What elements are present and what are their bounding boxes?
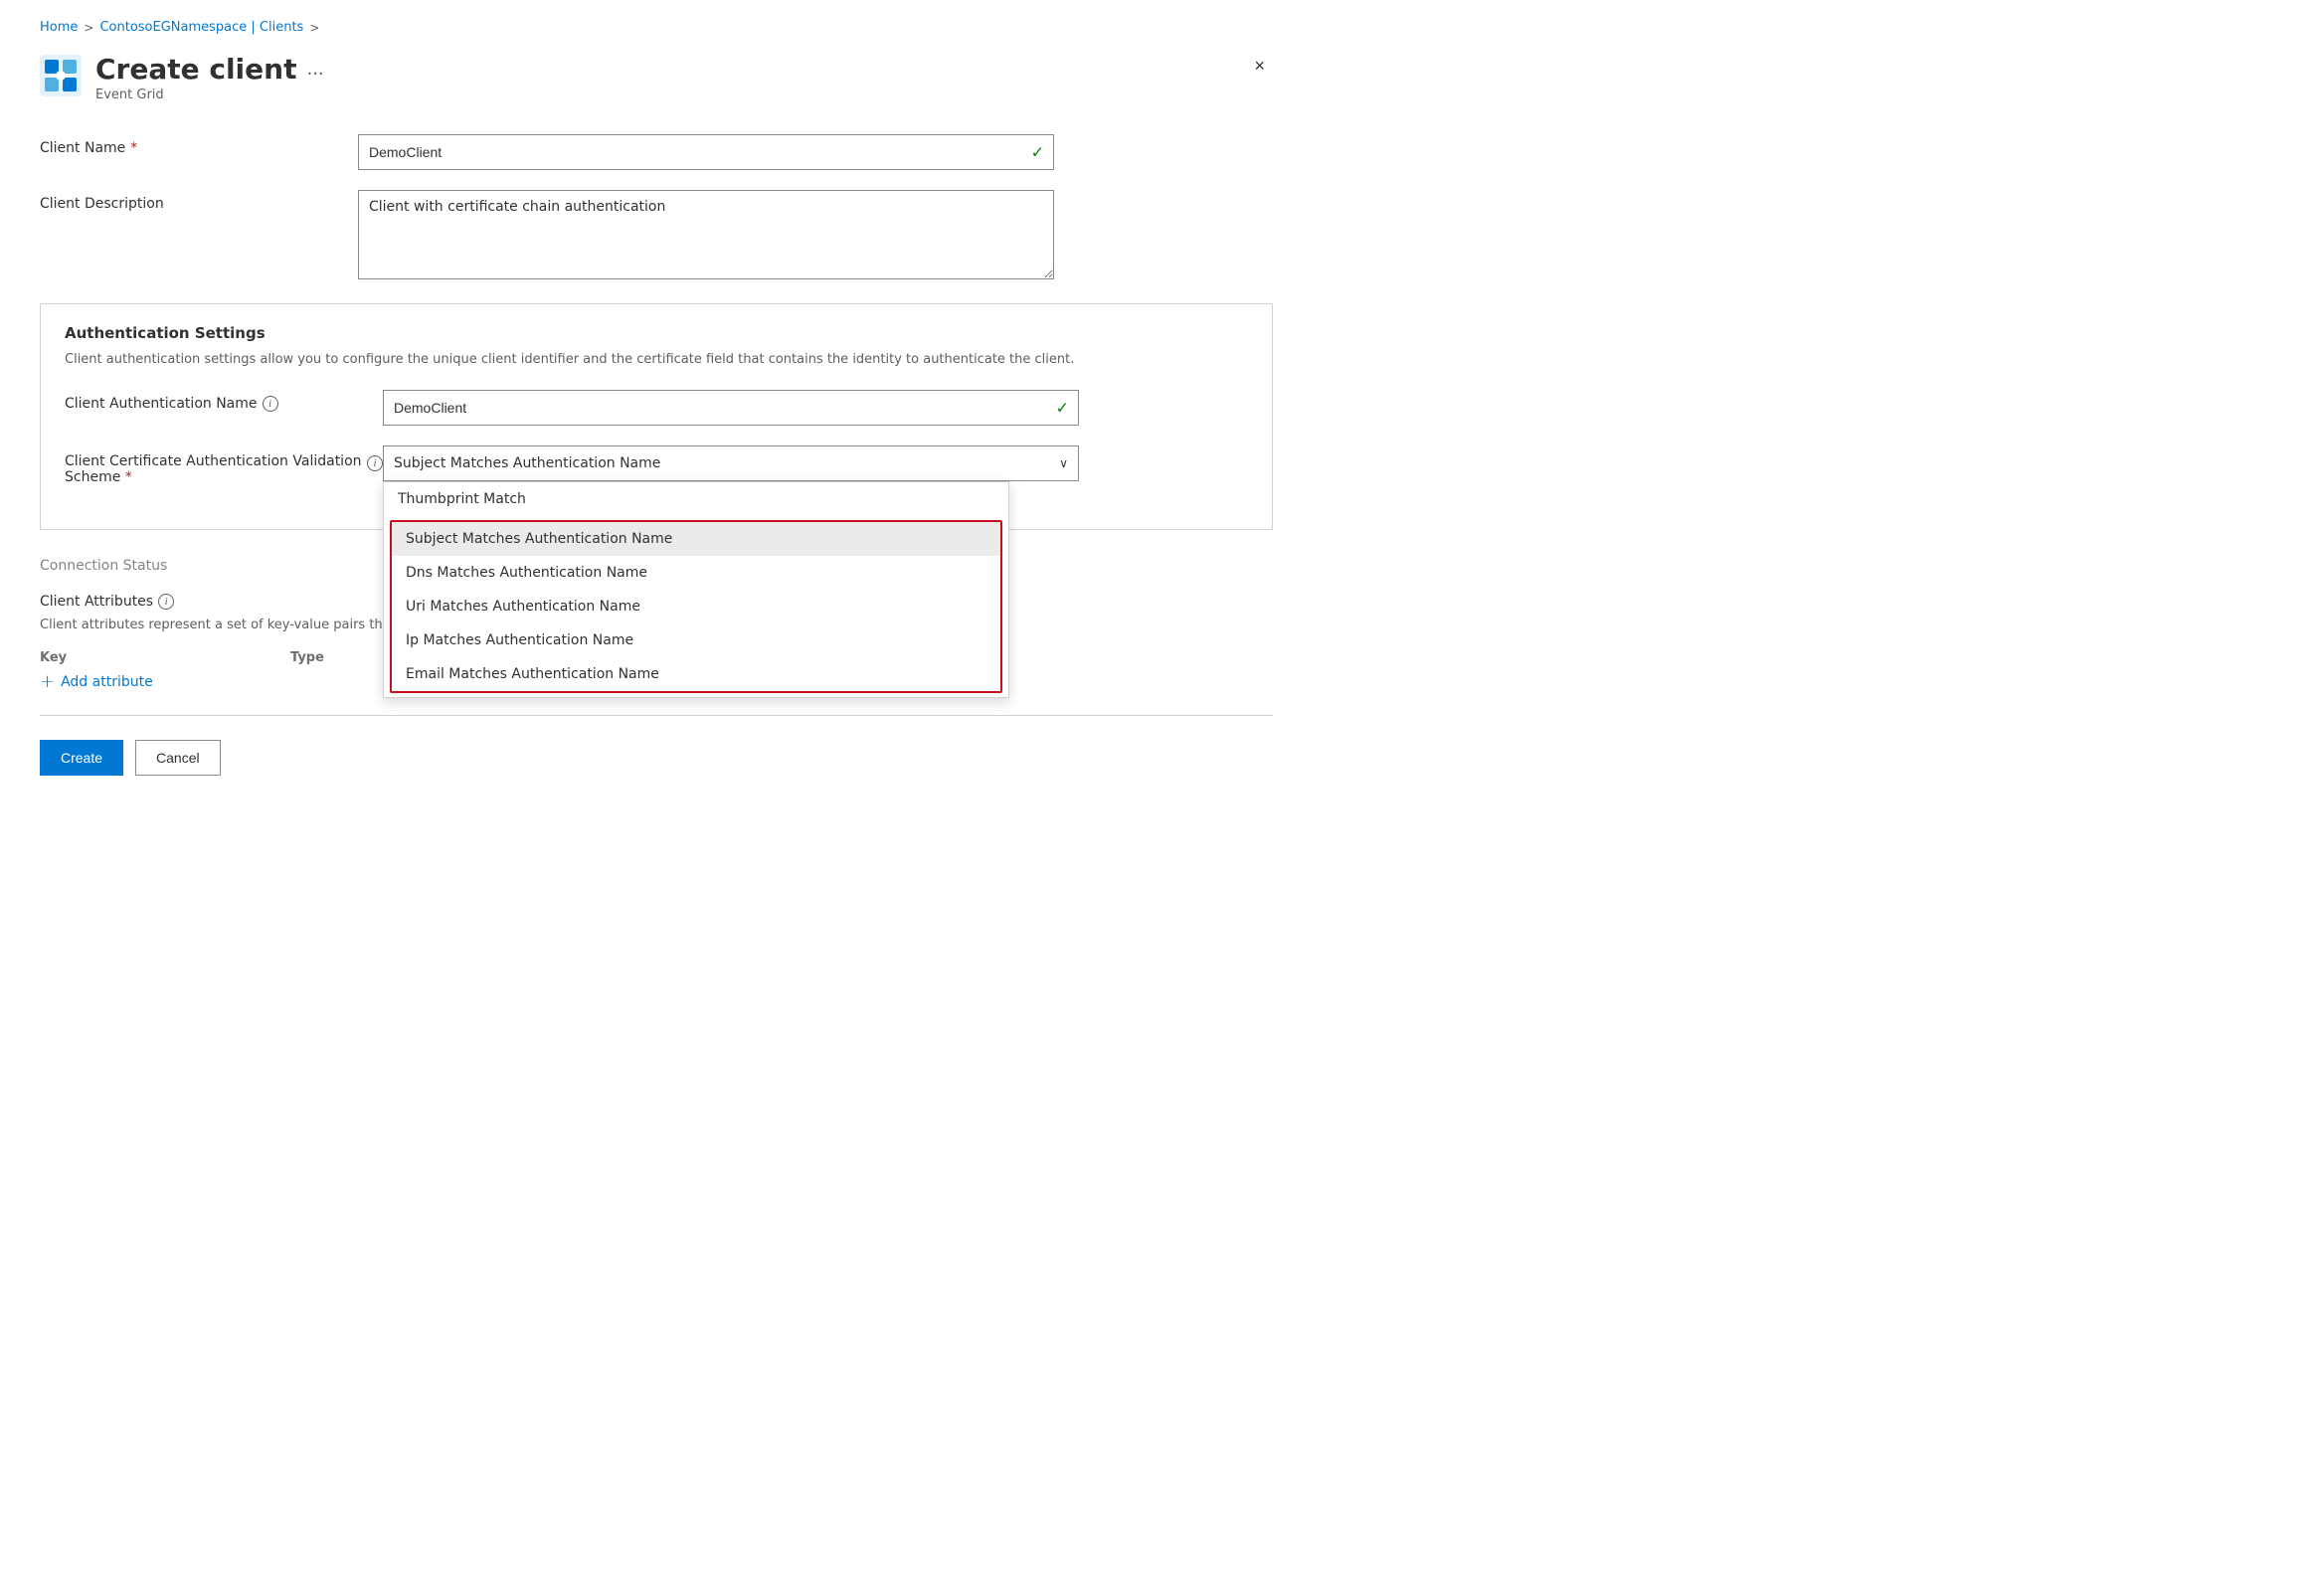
auth-settings-title: Authentication Settings: [65, 324, 1248, 342]
auth-name-check-icon: ✓: [1056, 398, 1069, 417]
client-name-label: Client Name *: [40, 134, 358, 156]
event-grid-icon: [40, 55, 82, 96]
client-name-check-icon: ✓: [1031, 143, 1044, 162]
header-title-block: Create client ... Event Grid: [95, 53, 324, 102]
breadcrumb-namespace[interactable]: ContosoEGNamespace | Clients: [99, 20, 303, 35]
auth-name-input-wrapper: ✓: [383, 390, 1079, 426]
breadcrumb-sep1: >: [84, 21, 93, 35]
scheme-row: Client Certificate Authentication Valida…: [65, 445, 1248, 485]
page-header: Create client ... Event Grid ×: [40, 53, 1273, 102]
scheme-chevron-icon: ∨: [1059, 456, 1068, 470]
scheme-control: Subject Matches Authentication Name ∨ Th…: [383, 445, 1079, 481]
dropdown-item-ip[interactable]: Ip Matches Authentication Name: [392, 623, 1000, 657]
auth-name-info-icon: i: [263, 396, 278, 412]
connection-status-label: Connection Status: [40, 554, 358, 574]
scheme-required-star: *: [125, 469, 132, 485]
auth-name-row: Client Authentication Name i ✓: [65, 390, 1248, 426]
scheme-dropdown-trigger[interactable]: Subject Matches Authentication Name ∨: [383, 445, 1079, 481]
header-subtitle: Event Grid: [95, 88, 324, 102]
dropdown-item-dns[interactable]: Dns Matches Authentication Name: [392, 556, 1000, 590]
auth-settings-description: Client authentication settings allow you…: [65, 350, 1248, 370]
client-name-input[interactable]: [358, 134, 1054, 170]
client-description-row: Client Description: [40, 190, 1273, 283]
client-description-textarea[interactable]: [358, 190, 1054, 279]
auth-settings-box: Authentication Settings Client authentic…: [40, 303, 1273, 530]
cancel-button[interactable]: Cancel: [135, 740, 221, 776]
close-button[interactable]: ×: [1246, 53, 1273, 79]
client-description-label: Client Description: [40, 190, 358, 212]
client-name-input-wrapper: ✓: [358, 134, 1054, 170]
footer-divider: [40, 715, 1273, 716]
footer-buttons: Create Cancel: [40, 740, 1273, 776]
required-star: *: [130, 140, 137, 156]
auth-name-label: Client Authentication Name i: [65, 390, 383, 412]
auth-name-input[interactable]: [383, 390, 1079, 426]
client-name-row: Client Name * ✓: [40, 134, 1273, 170]
create-button[interactable]: Create: [40, 740, 123, 776]
header-left: Create client ... Event Grid: [40, 53, 324, 102]
breadcrumb: Home > ContosoEGNamespace | Clients >: [40, 20, 1273, 35]
dropdown-item-email[interactable]: Email Matches Authentication Name: [392, 657, 1000, 691]
dropdown-item-thumbprint[interactable]: Thumbprint Match: [384, 482, 1008, 516]
scheme-info-icon: i: [367, 455, 383, 471]
auth-name-control: ✓: [383, 390, 1079, 426]
dropdown-item-uri[interactable]: Uri Matches Authentication Name: [392, 590, 1000, 623]
breadcrumb-sep2: >: [309, 21, 319, 35]
page-title: Create client ...: [95, 53, 324, 86]
page-title-text: Create client: [95, 53, 296, 86]
client-description-control: [358, 190, 1054, 283]
client-attributes-label: Client Attributes i: [40, 590, 358, 610]
scheme-label-text: Client Certificate Authentication Valida…: [65, 453, 362, 485]
scheme-dropdown-highlighted-group: Subject Matches Authentication Name Dns …: [390, 520, 1002, 693]
attr-col-key-header: Key: [40, 650, 278, 665]
scheme-selected-label: Subject Matches Authentication Name: [394, 455, 660, 471]
scheme-label: Client Certificate Authentication Valida…: [65, 445, 383, 485]
add-attribute-label: Add attribute: [61, 674, 153, 690]
client-attributes-info-icon: i: [158, 594, 174, 610]
scheme-dropdown-menu: Thumbprint Match Subject Matches Authent…: [383, 481, 1009, 698]
dropdown-item-subject[interactable]: Subject Matches Authentication Name: [392, 522, 1000, 556]
breadcrumb-home[interactable]: Home: [40, 20, 78, 35]
header-ellipsis-menu[interactable]: ...: [306, 59, 323, 80]
client-name-control: ✓: [358, 134, 1054, 170]
add-plus-icon: +: [40, 673, 55, 691]
